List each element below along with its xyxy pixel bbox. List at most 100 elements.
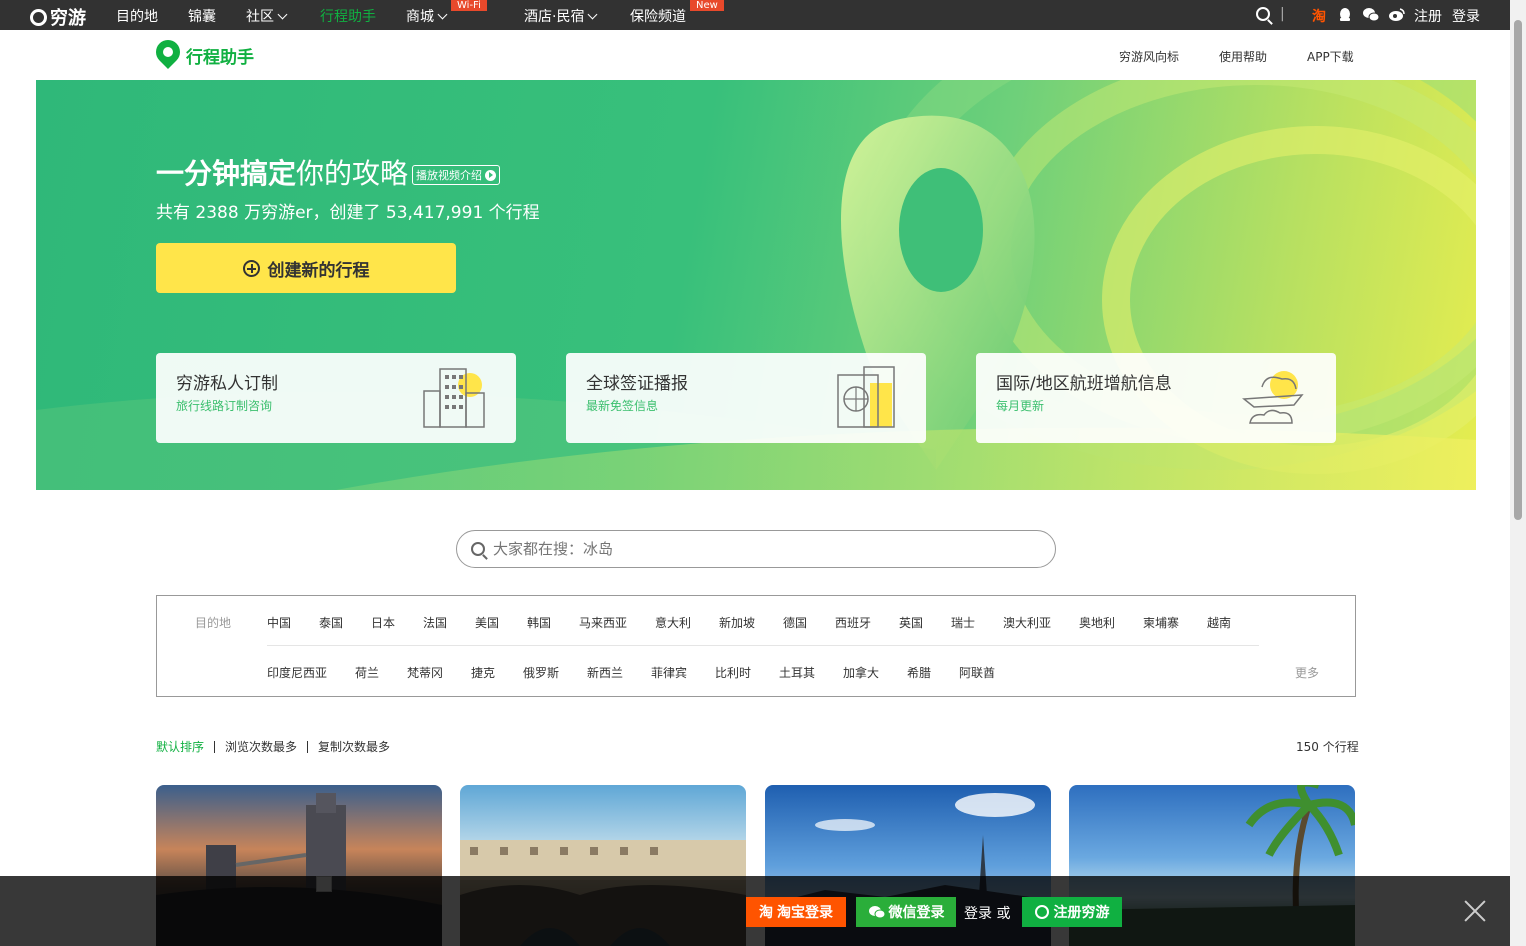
dest-korea[interactable]: 韩国 [527, 614, 551, 631]
login-link[interactable]: 登录 [1452, 6, 1480, 26]
qyer-logo-icon [1034, 905, 1049, 919]
dest-spain[interactable]: 西班牙 [835, 614, 871, 631]
dest-uae[interactable]: 阿联酋 [959, 664, 995, 681]
sort-most-copied[interactable]: 复制次数最多 [318, 738, 390, 755]
wechat-login-button[interactable]: 微信登录 [856, 897, 956, 927]
card-visa-news[interactable]: 全球签证播报 最新免签信息 [566, 353, 926, 443]
wechat-icon [868, 906, 885, 919]
dest-greece[interactable]: 希腊 [907, 664, 931, 681]
wifi-badge: Wi-Fi [451, 0, 487, 11]
dest-czech[interactable]: 捷克 [471, 664, 495, 681]
weibo-icon[interactable] [1388, 7, 1405, 22]
nav-hotels[interactable]: 酒店·民宿 [524, 6, 598, 26]
login-prompt-bar: 淘淘宝登录 微信登录 登录 或 注册穷游 [0, 876, 1510, 946]
destination-label: 目的地 [195, 616, 232, 630]
dest-new-zealand[interactable]: 新西兰 [587, 664, 623, 681]
dest-belgium[interactable]: 比利时 [715, 664, 751, 681]
dest-australia[interactable]: 澳大利亚 [1003, 614, 1051, 631]
dest-russia[interactable]: 俄罗斯 [523, 664, 559, 681]
dest-germany[interactable]: 德国 [783, 614, 807, 631]
register-qyer-button[interactable]: 注册穷游 [1022, 897, 1122, 927]
dest-uk[interactable]: 英国 [899, 614, 923, 631]
dest-switzerland[interactable]: 瑞士 [951, 614, 975, 631]
dest-netherlands[interactable]: 荷兰 [355, 664, 379, 681]
play-icon [485, 169, 496, 181]
plus-circle-icon [242, 259, 260, 277]
sort-most-viewed[interactable]: 浏览次数最多 [225, 738, 297, 755]
dest-usa[interactable]: 美国 [475, 614, 499, 631]
chevron-down-icon [277, 9, 288, 20]
nav-insurance[interactable]: 保险频道 [630, 6, 686, 26]
taobao-icon: 淘 [759, 905, 773, 921]
destination-filter: 目的地 中国 泰国 日本 法国 美国 韩国 马来西亚 意大利 新加坡 德国 西班… [156, 595, 1356, 697]
nav-mall[interactable]: 商城 [406, 6, 448, 26]
play-video-button[interactable]: 播放视频介绍 [412, 165, 500, 185]
divider [214, 740, 216, 753]
app-download-link[interactable]: APP下载 [1307, 48, 1354, 65]
card-subtitle: 旅行线路订制咨询 [176, 399, 273, 413]
card-subtitle: 每月更新 [996, 399, 1045, 413]
dest-turkey[interactable]: 土耳其 [779, 664, 815, 681]
dest-vatican[interactable]: 梵蒂冈 [407, 664, 443, 681]
qq-icon[interactable] [1338, 7, 1352, 22]
trend-link[interactable]: 穷游风向标 [1119, 48, 1179, 65]
register-link[interactable]: 注册 [1414, 6, 1442, 26]
dest-italy[interactable]: 意大利 [655, 614, 691, 631]
new-badge: New [690, 0, 724, 11]
search-input[interactable] [493, 537, 1033, 561]
hero-title: 一分钟搞定你的攻略 [156, 157, 409, 190]
search-icon[interactable] [1256, 7, 1270, 21]
dest-china[interactable]: 中国 [267, 614, 291, 631]
passport-icon [837, 366, 895, 428]
create-trip-button[interactable]: 创建新的行程 [156, 243, 456, 293]
top-navigation-bar: 穷游 目的地 锦囊 社区 行程助手 商城 Wi-Fi 酒店·民宿 保险频道 Ne… [0, 0, 1510, 30]
wechat-icon[interactable] [1362, 7, 1380, 22]
dest-singapore[interactable]: 新加坡 [719, 614, 755, 631]
chevron-down-icon [437, 9, 448, 20]
card-flight-info[interactable]: 国际/地区航班增航信息 每月更新 [976, 353, 1336, 443]
sort-default[interactable]: 默认排序 [156, 738, 204, 755]
page-scrollbar[interactable] [1510, 0, 1526, 946]
nav-community[interactable]: 社区 [246, 6, 288, 26]
dest-indonesia[interactable]: 印度尼西亚 [267, 664, 327, 681]
dest-thailand[interactable]: 泰国 [319, 614, 343, 631]
trip-search-box[interactable] [456, 530, 1056, 568]
trip-count: 150 个行程 [1296, 740, 1359, 754]
qyer-logo[interactable]: 穷游 [30, 4, 86, 30]
logo-q-icon [30, 8, 47, 26]
nav-trip-planner[interactable]: 行程助手 [320, 6, 376, 26]
card-title: 穷游私人订制 [176, 374, 278, 394]
scrollbar-thumb[interactable] [1514, 20, 1522, 520]
dest-malaysia[interactable]: 马来西亚 [579, 614, 627, 631]
taobao-icon[interactable]: 淘 [1312, 6, 1326, 26]
chevron-down-icon [588, 9, 598, 20]
close-icon[interactable] [1464, 900, 1486, 922]
dest-cambodia[interactable]: 柬埔寨 [1143, 614, 1179, 631]
card-title: 国际/地区航班增航信息 [996, 374, 1172, 394]
hero-banner: 一分钟搞定你的攻略 播放视频介绍 共有 2388 万穷游er，创建了 53,41… [36, 80, 1476, 490]
dest-vietnam[interactable]: 越南 [1207, 614, 1231, 631]
more-destinations-link[interactable]: 更多 [1295, 664, 1319, 681]
building-icon [423, 368, 485, 428]
sub-header: 行程助手 穷游风向标 使用帮助 APP下载 [0, 30, 1510, 80]
dest-philippines[interactable]: 菲律宾 [651, 664, 687, 681]
search-icon [471, 542, 485, 556]
nav-guides[interactable]: 锦囊 [188, 6, 216, 26]
login-or-text[interactable]: 登录 或 [964, 903, 1010, 923]
taobao-login-button[interactable]: 淘淘宝登录 [746, 897, 846, 927]
nav-destinations[interactable]: 目的地 [116, 6, 158, 26]
hero-stats: 共有 2388 万穷游er，创建了 53,417,991 个行程 [156, 203, 540, 223]
dest-austria[interactable]: 奥地利 [1079, 614, 1115, 631]
location-pin-icon [156, 40, 180, 70]
card-title: 全球签证播报 [586, 374, 688, 394]
card-custom-travel[interactable]: 穷游私人订制 旅行线路订制咨询 [156, 353, 516, 443]
card-subtitle: 最新免签信息 [586, 399, 659, 413]
dest-france[interactable]: 法国 [423, 614, 447, 631]
help-link[interactable]: 使用帮助 [1219, 48, 1267, 65]
divider [307, 740, 309, 753]
sort-options: 默认排序 浏览次数最多 复制次数最多 [156, 738, 390, 755]
trip-planner-brand[interactable]: 行程助手 [156, 40, 254, 70]
dest-japan[interactable]: 日本 [371, 614, 395, 631]
dest-canada[interactable]: 加拿大 [843, 664, 879, 681]
airplane-cloud-icon [1242, 371, 1304, 424]
